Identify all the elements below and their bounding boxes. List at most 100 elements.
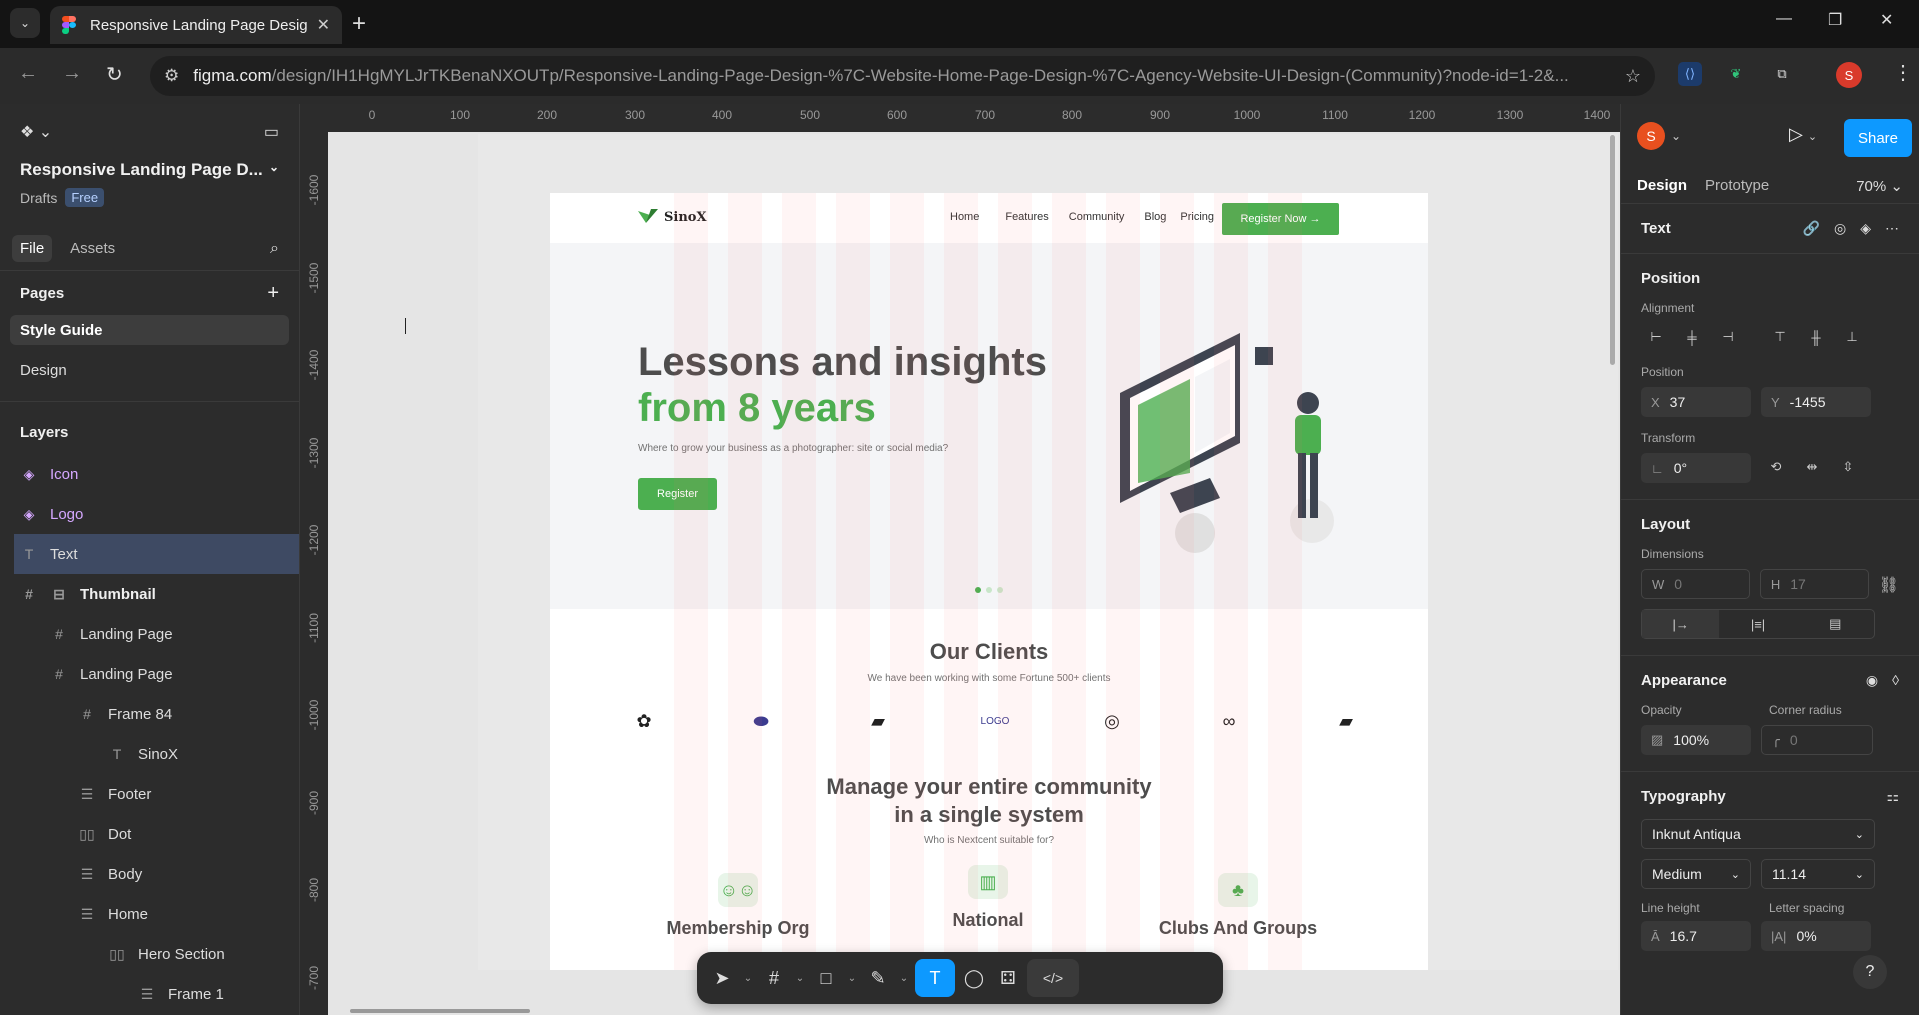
y-field[interactable]: Y -1455 <box>1761 387 1871 417</box>
user-avatar[interactable]: S <box>1637 122 1665 150</box>
search-icon[interactable]: ⌕ <box>270 240 287 258</box>
card-national[interactable]: ▥ National <box>888 865 1088 939</box>
align-bottom-icon[interactable]: ⊥ <box>1837 323 1867 351</box>
actions-icon[interactable]: ⚃ <box>993 959 1023 997</box>
font-family-dropdown[interactable]: Inknut Antiqua ⌄ <box>1641 819 1875 849</box>
layer-item[interactable]: ☰ Body <box>0 854 299 894</box>
clients-title[interactable]: Our Clients <box>550 639 1428 665</box>
page-item-design[interactable]: Design <box>10 355 289 385</box>
hero-register-button[interactable]: Register <box>638 478 717 510</box>
tab-file[interactable]: File <box>12 235 53 262</box>
align-middle-icon[interactable]: ╫ <box>1801 323 1831 351</box>
site-info-icon[interactable]: ⚙ <box>164 66 179 86</box>
chevron-down-icon[interactable]: ⌄ <box>897 959 911 997</box>
forward-icon[interactable]: → <box>62 62 82 85</box>
rotate-icon[interactable]: ⟲ <box>1761 453 1791 481</box>
opacity-field[interactable]: ▨ 100% <box>1641 725 1751 755</box>
address-bar[interactable]: ⚙ figma.com/design/IH1HgMYLJrTKBenaNXOUT… <box>150 56 1655 96</box>
bookmark-star-icon[interactable]: ☆ <box>1625 66 1641 87</box>
layer-item[interactable]: # ⊟ Thumbnail <box>0 574 299 614</box>
layer-item[interactable]: ▯▯ Dot <box>0 814 299 854</box>
x-field[interactable]: X 37 <box>1641 387 1751 417</box>
tab-prototype[interactable]: Prototype <box>1705 177 1769 194</box>
profile-avatar[interactable]: S <box>1836 62 1862 88</box>
chevron-down-icon[interactable]: ⌄ <box>793 959 807 997</box>
nav-home[interactable]: Home <box>950 211 979 223</box>
card-membership[interactable]: ☺☺ Membership Org <box>638 873 838 939</box>
tab-design[interactable]: Design <box>1637 177 1687 194</box>
clients-subtitle[interactable]: We have been working with some Fortune 5… <box>550 673 1428 684</box>
client-logo-icon[interactable]: ⬬ <box>747 707 775 735</box>
card-clubs[interactable]: ♣ Clubs And Groups <box>1138 873 1338 939</box>
visibility-eye-icon[interactable]: ◉ <box>1866 672 1878 689</box>
font-weight-dropdown[interactable]: Medium ⌄ <box>1641 859 1751 889</box>
extensions-puzzle-icon[interactable]: ⧉ <box>1770 62 1794 86</box>
frame-tool-icon[interactable]: # <box>759 959 789 997</box>
landing-page-frame[interactable]: Lessons and insights from 8 years Where t… <box>550 193 1428 970</box>
layer-item[interactable]: ☰ Home <box>0 894 299 934</box>
project-location[interactable]: Drafts <box>20 190 57 206</box>
page-item-style-guide[interactable]: Style Guide <box>10 315 289 345</box>
constrain-proportions-icon[interactable]: ⛓ <box>1879 575 1899 599</box>
layer-item[interactable]: # Landing Page <box>0 654 299 694</box>
vertical-scrollbar[interactable] <box>1610 135 1615 365</box>
dev-mode-toggle-icon[interactable]: </> <box>1027 959 1079 997</box>
layer-item[interactable]: ▯▯ Hero Section <box>0 934 299 974</box>
flip-vertical-icon[interactable]: ⇳ <box>1833 453 1863 481</box>
layer-item[interactable]: T SinoX <box>0 734 299 774</box>
text-tool-icon[interactable]: T <box>915 959 955 997</box>
restore-icon[interactable]: ❐ <box>1828 10 1842 30</box>
client-logo-icon[interactable]: ▰ <box>864 707 892 735</box>
auto-height-icon[interactable]: |≡| <box>1719 610 1796 638</box>
client-logo-icon[interactable]: LOGO <box>981 707 1010 735</box>
manage-section[interactable]: Manage your entire community in a single … <box>550 773 1428 846</box>
move-tool-icon[interactable]: ➤ <box>707 959 737 997</box>
client-logo-icon[interactable]: ∞ <box>1215 707 1243 735</box>
close-window-icon[interactable]: ✕ <box>1880 10 1893 30</box>
client-logo-icon[interactable]: ◎ <box>1098 707 1126 735</box>
height-field[interactable]: H 17 <box>1759 569 1869 599</box>
chevron-down-icon[interactable]: ⌄ <box>269 160 279 180</box>
blend-mode-icon[interactable]: ◊ <box>1892 672 1899 689</box>
reload-icon[interactable]: ↻ <box>106 62 123 87</box>
layer-item[interactable]: # Landing Page <box>0 614 299 654</box>
align-center-h-icon[interactable]: ╪ <box>1677 323 1707 351</box>
carousel-dots[interactable] <box>975 587 1003 593</box>
project-name[interactable]: Responsive Landing Page D... <box>20 160 263 180</box>
clients-section[interactable]: Our Clients We have been working with so… <box>550 639 1428 684</box>
link-icon[interactable]: 🔗 <box>1803 220 1820 237</box>
nav-community[interactable]: Community <box>1069 211 1125 223</box>
chevron-down-icon[interactable]: ⌄ <box>741 959 755 997</box>
add-page-icon[interactable]: + <box>267 282 279 305</box>
help-icon[interactable]: ? <box>1853 955 1887 989</box>
new-tab-icon[interactable]: + <box>352 10 366 38</box>
figma-menu-icon[interactable]: ❖ ⌄ <box>20 122 52 142</box>
extension-leaf-icon[interactable]: ❦ <box>1724 62 1748 86</box>
share-button[interactable]: Share <box>1844 119 1912 157</box>
flip-horizontal-icon[interactable]: ⇹ <box>1797 453 1827 481</box>
hero-section[interactable]: Lessons and insights from 8 years Where t… <box>550 243 1428 609</box>
type-settings-icon[interactable]: ⚏ <box>1886 788 1899 805</box>
minimize-icon[interactable]: — <box>1776 10 1792 28</box>
chevron-down-icon[interactable]: ⌄ <box>1671 129 1681 143</box>
instance-icon[interactable]: ◎ <box>1834 220 1846 237</box>
component-icon[interactable]: ◈ <box>1860 220 1871 237</box>
font-size-field[interactable]: 11.14 ⌄ <box>1761 859 1875 889</box>
browser-tab[interactable]: Responsive Landing Page Desig ✕ <box>50 6 342 44</box>
auto-width-icon[interactable]: |→ <box>1642 610 1720 638</box>
pen-tool-icon[interactable]: ✎ <box>863 959 893 997</box>
align-left-icon[interactable]: ⊢ <box>1641 323 1671 351</box>
layer-item[interactable]: ☰ Footer <box>0 774 299 814</box>
close-tab-icon[interactable]: ✕ <box>317 15 330 35</box>
toggle-sidebar-icon[interactable]: ▭ <box>264 122 279 142</box>
client-logo-icon[interactable]: ▰ <box>1332 707 1360 735</box>
nav-blog[interactable]: Blog <box>1144 211 1166 223</box>
shape-tool-icon[interactable]: □ <box>811 959 841 997</box>
zoom-dropdown[interactable]: 70% ⌄ <box>1856 177 1903 195</box>
rotation-field[interactable]: ∟ 0° <box>1641 453 1751 483</box>
width-field[interactable]: W0 <box>1641 569 1750 599</box>
fixed-size-icon[interactable]: ▤ <box>1797 610 1874 638</box>
layer-item[interactable]: # Frame 84 <box>0 694 299 734</box>
manage-subtitle[interactable]: Who is Nextcent suitable for? <box>550 835 1428 846</box>
horizontal-scrollbar[interactable] <box>350 1009 530 1013</box>
